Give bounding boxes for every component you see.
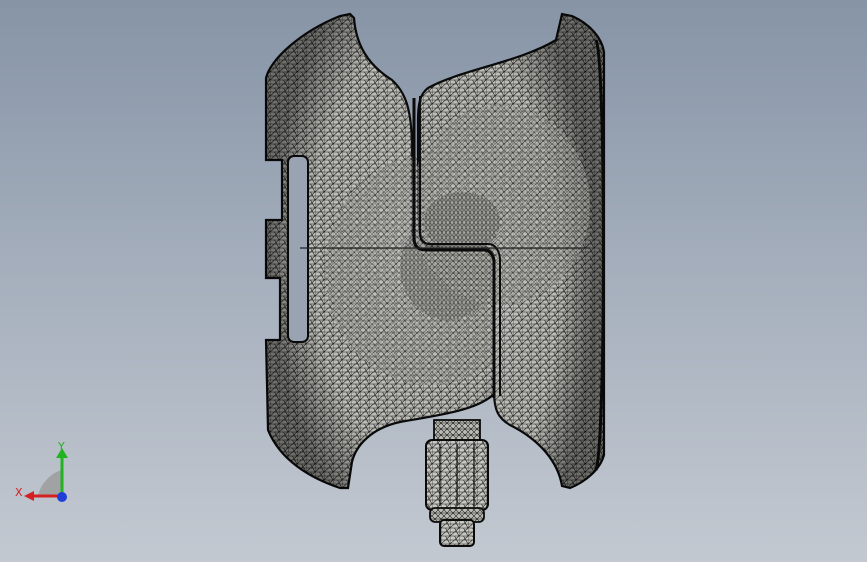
mounting-slot[interactable]: [287, 155, 309, 343]
coordinate-triad[interactable]: X Y: [12, 440, 82, 510]
meshed-part-model[interactable]: [0, 0, 867, 562]
bottom-fitting[interactable]: [425, 419, 489, 547]
x-axis-label: X: [15, 486, 23, 499]
x-axis-arrow: [24, 491, 34, 501]
z-axis-dot: [57, 492, 67, 502]
y-axis-label: Y: [57, 440, 65, 453]
triad-shadow-plane: [38, 470, 62, 496]
graphics-viewport[interactable]: X Y: [0, 0, 867, 562]
